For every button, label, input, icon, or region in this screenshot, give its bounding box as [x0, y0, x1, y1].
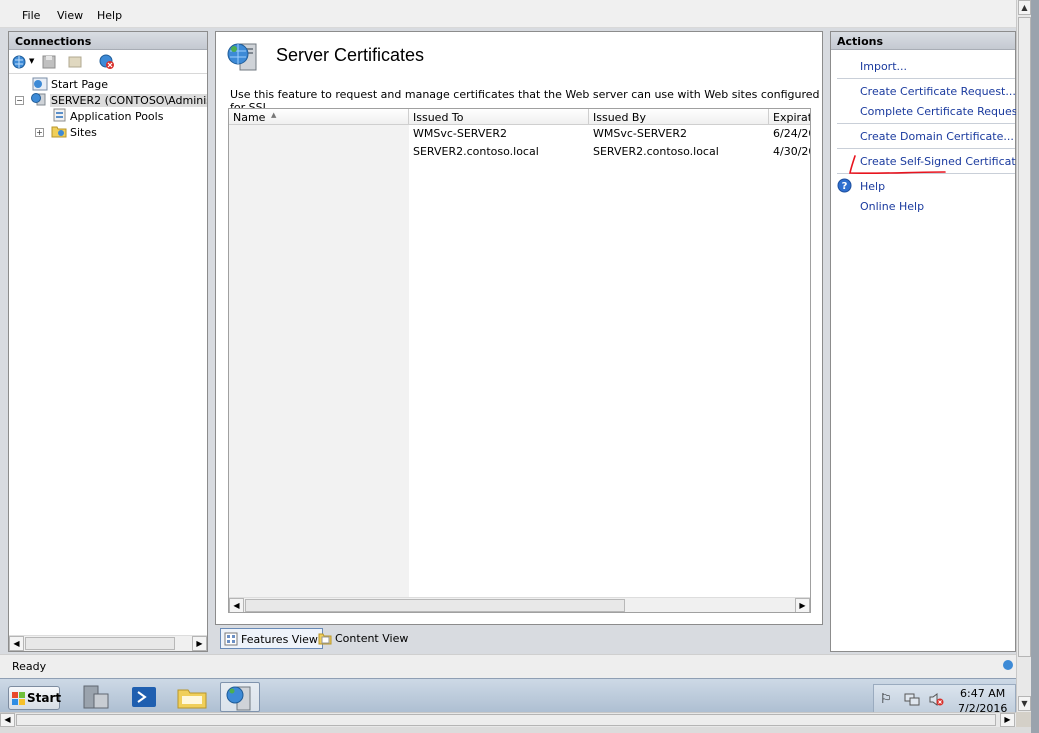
iis-manager-taskbar-button[interactable]: [220, 682, 260, 712]
server-certificates-panel: Server Certificates Use this feature to …: [215, 31, 823, 625]
system-tray: ⚐ 6:47 AM 7/2/2016: [873, 684, 1016, 713]
network-status-icon: [1003, 660, 1013, 670]
row2-issued-to[interactable]: SERVER2.contoso.local: [413, 145, 539, 158]
scroll-left-icon[interactable]: ◀: [9, 636, 24, 651]
row2-expiration[interactable]: 4/30/20: [773, 145, 810, 158]
tab-features-view[interactable]: Features View: [220, 628, 323, 649]
tab-content-view[interactable]: Content View: [315, 628, 412, 649]
scroll-up-icon[interactable]: ▲: [1018, 0, 1031, 15]
server-certificates-icon: [227, 43, 257, 71]
action-create-certificate-request[interactable]: Create Certificate Request...: [860, 85, 1016, 98]
table-horizontal-scrollbar[interactable]: ◀ ▶: [229, 597, 810, 612]
window-scroll-thumb[interactable]: [16, 714, 996, 726]
tree-item-server[interactable]: SERVER2 (CONTOSO\Administra: [50, 94, 207, 107]
taskbar: Start ⚐ 6:47 AM 7/2/2016: [0, 678, 1016, 713]
volume-muted-icon[interactable]: [928, 692, 944, 707]
windows-logo-icon: [12, 692, 25, 705]
tree-item-start-page[interactable]: Start Page: [51, 78, 108, 91]
action-help[interactable]: Help: [860, 180, 885, 193]
table-scroll-left-icon[interactable]: ◀: [229, 598, 244, 612]
desktop-edge: [1031, 0, 1039, 733]
clock-time[interactable]: 6:47 AM: [960, 687, 1005, 700]
start-button[interactable]: Start: [8, 686, 61, 710]
window-horizontal-scrollbar[interactable]: ◀ ▶: [0, 712, 1016, 727]
certificates-table: Name ▲ Issued To Issued By Expirati WMSv…: [228, 108, 811, 613]
explorer-folder-icon[interactable]: [172, 682, 212, 712]
sort-ascending-icon: ▲: [271, 111, 277, 119]
connect-globe-icon[interactable]: [12, 54, 28, 70]
start-page-icon: [32, 77, 48, 91]
action-create-domain-certificate[interactable]: Create Domain Certificate...: [860, 130, 1014, 143]
window-scroll-right-icon[interactable]: ▶: [1000, 713, 1015, 727]
action-import[interactable]: Import...: [860, 60, 907, 73]
bottom-edge: [0, 727, 1031, 733]
row1-issued-to[interactable]: WMSvc-SERVER2: [413, 127, 507, 140]
name-column-background: [229, 125, 409, 598]
action-online-help[interactable]: Online Help: [860, 200, 924, 213]
sites-folder-icon: [51, 126, 67, 138]
save-icon[interactable]: [41, 54, 57, 70]
tree-item-sites[interactable]: Sites: [70, 126, 97, 139]
server-globe-icon: [31, 93, 46, 106]
dropdown-arrow-icon[interactable]: ▼: [29, 57, 34, 65]
column-header-expiration[interactable]: Expirati: [769, 109, 810, 125]
row2-issued-by[interactable]: SERVER2.contoso.local: [593, 145, 719, 158]
page-title: Server Certificates: [276, 45, 425, 65]
scroll-thumb[interactable]: [25, 637, 175, 650]
menu-file[interactable]: File: [22, 9, 40, 22]
up-level-icon[interactable]: [67, 54, 83, 70]
status-text: Ready: [12, 660, 47, 673]
application-pools-icon: [53, 108, 66, 122]
connections-horizontal-scrollbar[interactable]: ◀ ▶: [9, 635, 207, 651]
window-vertical-scrollbar[interactable]: ▲ ▼: [1016, 0, 1031, 712]
svg-text:?: ?: [842, 181, 848, 192]
menu-view[interactable]: View: [57, 9, 83, 22]
row1-expiration[interactable]: 6/24/20: [773, 127, 810, 140]
server-manager-icon[interactable]: [76, 682, 116, 712]
connections-title: Connections: [9, 32, 207, 50]
table-scroll-thumb[interactable]: [245, 599, 625, 612]
column-header-issued-by[interactable]: Issued By: [589, 109, 769, 125]
expand-sites-icon[interactable]: +: [35, 128, 44, 137]
features-view-icon: [224, 632, 238, 646]
menu-bar: File View Help: [0, 0, 1016, 28]
network-icon[interactable]: [904, 692, 920, 707]
disconnect-icon[interactable]: [99, 54, 115, 70]
collapse-server-icon[interactable]: −: [15, 96, 24, 105]
column-header-issued-to[interactable]: Issued To: [409, 109, 589, 125]
tree-item-application-pools[interactable]: Application Pools: [70, 110, 163, 123]
connections-panel: Connections ▼ Start Page − SERVER2 (CONT…: [8, 31, 208, 652]
actions-divider: [837, 148, 1015, 149]
action-complete-certificate-request[interactable]: Complete Certificate Request...: [860, 105, 1032, 118]
action-center-flag-icon[interactable]: ⚐: [880, 692, 892, 707]
column-header-name[interactable]: Name ▲: [229, 109, 409, 125]
table-header: Name ▲ Issued To Issued By Expirati: [229, 109, 810, 125]
content-view-icon: [318, 633, 332, 645]
scroll-right-icon[interactable]: ▶: [192, 636, 207, 651]
actions-panel: Actions Import... Create Certificate Req…: [830, 31, 1033, 652]
row1-issued-by[interactable]: WMSvc-SERVER2: [593, 127, 687, 140]
connections-toolbar: ▼: [9, 50, 207, 74]
menu-help[interactable]: Help: [97, 9, 122, 22]
window-scroll-left-icon[interactable]: ◀: [0, 713, 15, 727]
scroll-down-icon[interactable]: ▼: [1018, 696, 1031, 711]
vertical-scroll-thumb[interactable]: [1018, 17, 1031, 657]
table-scroll-right-icon[interactable]: ▶: [795, 598, 810, 612]
actions-divider: [837, 123, 1015, 124]
highlight-annotation: [849, 155, 946, 175]
help-icon: ?: [837, 178, 852, 193]
iis-manager-icon: [226, 686, 251, 711]
powershell-icon[interactable]: [124, 682, 164, 712]
actions-title: Actions: [831, 32, 1015, 50]
status-bar: Ready: [0, 654, 1016, 678]
actions-divider: [837, 78, 1015, 79]
